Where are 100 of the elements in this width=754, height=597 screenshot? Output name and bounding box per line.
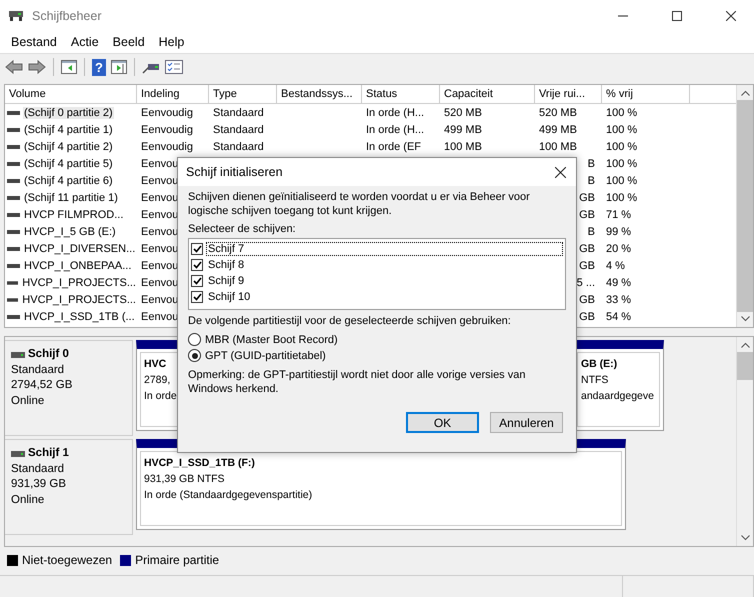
radio-label[interactable]: GPT (GUID-partitietabel) <box>205 350 326 362</box>
volume-name[interactable]: (Schijf 0 partitie 2) <box>23 106 114 118</box>
table-cell: GB <box>579 310 595 322</box>
column-header[interactable]: Bestandssys... <box>277 85 362 103</box>
column-header[interactable]: Indeling <box>137 85 209 103</box>
volume-name[interactable]: (Schijf 4 partitie 2) <box>23 140 114 152</box>
legend-label: Primaire partitie <box>135 553 220 567</box>
table-cell: 100 % <box>606 158 638 170</box>
partition-detail: andaardgegeve <box>581 389 654 404</box>
radio-button[interactable] <box>188 333 201 346</box>
partition-title: HVCP_I_SSD_1TB (F:) <box>144 456 255 471</box>
disk-info-panel[interactable]: Schijf 0 Standaard 2794,52 GB Online <box>5 340 133 436</box>
menu-item[interactable]: Actie <box>64 35 106 49</box>
disk-status: Online <box>11 394 46 408</box>
table-cell: Standaard <box>213 106 264 118</box>
menu-item[interactable]: Help <box>152 35 192 49</box>
column-header[interactable]: Capaciteit <box>440 85 535 103</box>
column-header[interactable]: Type <box>209 85 277 103</box>
forward-arrow-icon[interactable] <box>28 59 46 75</box>
disk-option[interactable]: Schijf 7 <box>206 242 563 256</box>
style-label: De volgende partitiestijl voor de geselecteerde schijven gebruiken: <box>188 315 512 327</box>
radio-button[interactable] <box>188 349 201 362</box>
volume-name[interactable]: (Schijf 11 partitie 1) <box>23 192 119 204</box>
checkbox[interactable] <box>191 259 203 271</box>
table-cell: 54 % <box>606 310 632 322</box>
volume-name[interactable]: HVCP_I_SSD_1TB (... <box>23 310 136 322</box>
scroll-down-icon[interactable] <box>740 535 750 541</box>
disk-type: Standaard <box>11 362 66 378</box>
scroll-up-icon[interactable] <box>740 90 750 96</box>
menu-item[interactable]: Bestand <box>4 35 64 49</box>
table-cell: 49 % <box>606 276 632 288</box>
table-cell: 100 % <box>606 192 638 204</box>
table-cell: Eenvou <box>141 174 178 186</box>
table-cell: Eenvou <box>141 260 178 272</box>
table-cell: GB <box>579 192 595 204</box>
console-tree-icon[interactable] <box>61 60 77 74</box>
partition-title: HVC <box>144 357 166 372</box>
volume-name[interactable]: HVCP_I_DIVERSEN... <box>23 242 136 254</box>
scroll-up-icon[interactable] <box>740 342 750 348</box>
table-cell: 100 % <box>606 106 638 118</box>
checkbox[interactable] <box>191 275 203 287</box>
partition-detail: NTFS <box>581 373 608 388</box>
volume-name[interactable]: (Schijf 4 partitie 6) <box>23 174 114 186</box>
dialog-button[interactable]: Annuleren <box>490 412 563 433</box>
volume-name[interactable]: (Schijf 4 partitie 1) <box>23 124 114 136</box>
action-pane-icon[interactable] <box>111 60 127 74</box>
disk-info-panel[interactable]: Schijf 1 Standaard 931,39 GB Online <box>5 439 133 535</box>
table-cell: In orde (H... <box>366 124 424 136</box>
scrollbar-thumb[interactable] <box>737 352 753 380</box>
close-icon[interactable] <box>726 10 736 20</box>
volume-icon <box>7 196 20 200</box>
properties-icon[interactable] <box>165 60 183 74</box>
scrollbar-thumb[interactable] <box>737 100 753 312</box>
partition-title: GB (E:) <box>581 357 618 372</box>
column-header[interactable]: Vrije rui... <box>535 85 602 103</box>
back-arrow-icon[interactable] <box>5 59 23 75</box>
help-button[interactable]: ? <box>92 58 106 76</box>
volume-icon <box>7 230 20 234</box>
disk-status: Online <box>11 492 46 508</box>
volume-name[interactable]: HVCP FILMPROD... <box>23 208 124 220</box>
checkbox[interactable] <box>191 243 203 255</box>
disk-list[interactable]: Schijf 7 Schijf 8 Schijf 9 Schijf 10 <box>188 238 566 310</box>
table-cell: 100 % <box>606 124 638 136</box>
table-cell: B <box>588 174 595 186</box>
checkbox[interactable] <box>191 291 203 303</box>
volume-icon <box>7 280 18 284</box>
disk-option[interactable]: Schijf 10 <box>206 290 252 304</box>
table-cell: 100 MB <box>444 140 482 152</box>
volume-name[interactable]: HVCP_I_PROJECTS... <box>21 276 137 288</box>
volume-icon <box>7 314 20 318</box>
table-cell: Eenvou <box>141 226 178 238</box>
table-cell: 20 % <box>606 242 632 254</box>
column-header[interactable]: % vrij <box>602 85 690 103</box>
column-header[interactable]: Volume <box>5 85 137 103</box>
dialog-button[interactable]: OK <box>406 412 479 433</box>
table-cell: GB <box>579 294 595 306</box>
disk-option[interactable]: Schijf 9 <box>206 274 246 288</box>
table-cell: 520 MB <box>444 106 482 118</box>
table-cell: 499 MB <box>539 124 577 136</box>
column-header[interactable]: Status <box>362 85 440 103</box>
disk-option[interactable]: Schijf 8 <box>206 258 246 272</box>
volume-name[interactable]: HVCP_I_5 GB (E:) <box>23 226 117 238</box>
radio-label[interactable]: MBR (Master Boot Record) <box>205 334 338 346</box>
menu-item[interactable]: Beeld <box>106 35 152 49</box>
disk-size: 931,39 GB <box>11 477 67 492</box>
maximize-icon[interactable] <box>672 10 682 20</box>
dialog-title: Schijf initialiseren <box>186 165 283 179</box>
volume-name[interactable]: (Schijf 4 partitie 5) <box>23 158 114 170</box>
table-cell: Eenvou <box>141 310 178 322</box>
volume-name[interactable]: HVCP_I_PROJECTS... <box>21 294 137 306</box>
disk-drive-icon <box>11 450 25 457</box>
table-cell: Standaard <box>213 140 264 152</box>
scroll-down-icon[interactable] <box>740 316 750 322</box>
table-cell: Eenvoudig <box>141 124 193 136</box>
volume-name[interactable]: HVCP_I_ONBEPAA... <box>23 260 132 272</box>
volume-icon <box>7 144 20 148</box>
table-cell: 100 % <box>606 174 638 186</box>
volume-icon <box>7 298 18 302</box>
table-cell: In orde (H... <box>366 106 424 118</box>
close-icon[interactable] <box>555 166 566 178</box>
